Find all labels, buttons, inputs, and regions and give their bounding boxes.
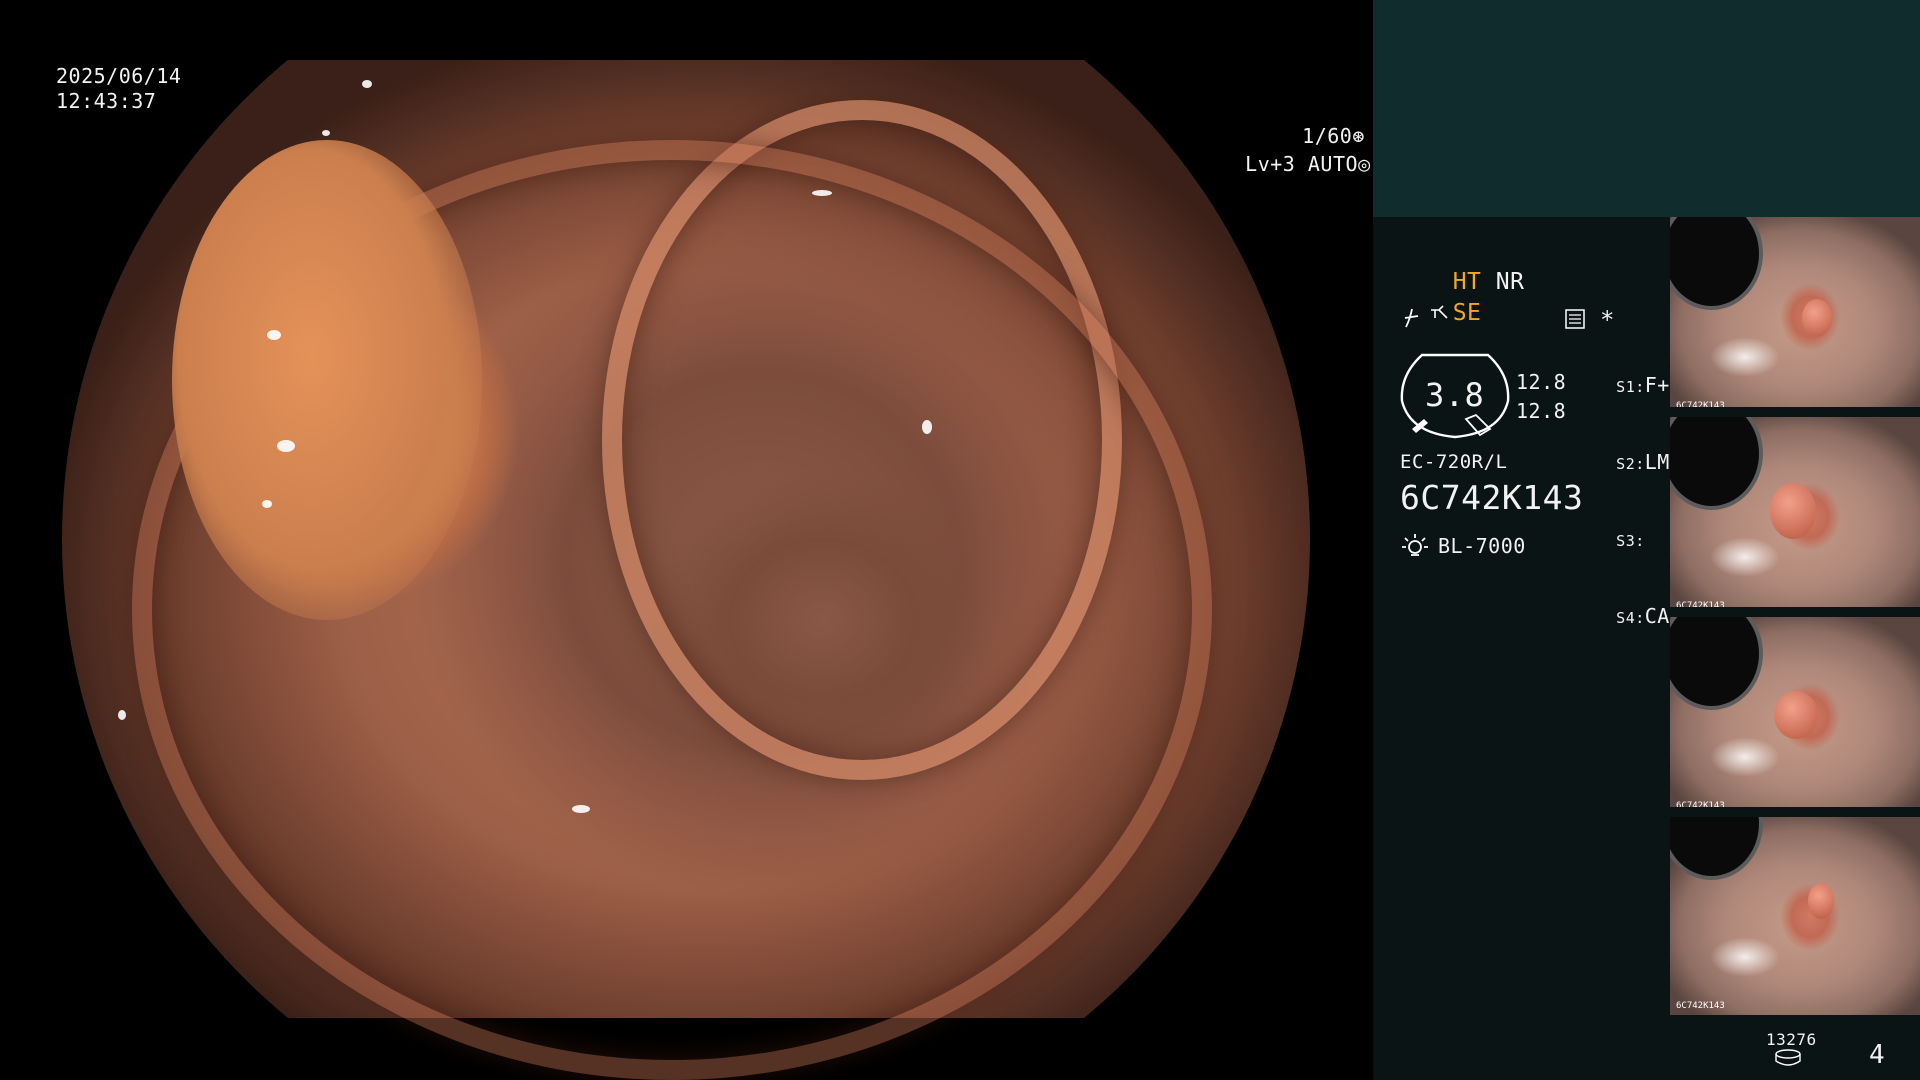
- switch-value: LM: [1644, 450, 1670, 474]
- capture-thumbnail[interactable]: 6C742K143: [1670, 817, 1920, 1015]
- disk-icon: [1775, 1049, 1801, 1066]
- f-curve-icon: [1404, 308, 1419, 328]
- highlight: [322, 130, 330, 136]
- highlight: [118, 710, 126, 720]
- endoscope-view: 2025/06/14 12:43:37 1/60⊛ Lv+3 AUTO◎: [0, 0, 1373, 1080]
- switch-key: S3:: [1616, 532, 1645, 550]
- polyp: [1802, 299, 1832, 337]
- thumbnail-label: 6C742K143: [1676, 1001, 1725, 1011]
- switch-key: S2:: [1616, 455, 1645, 473]
- lumen: [1670, 617, 1763, 710]
- highlight: [922, 420, 932, 434]
- switch-row: S2:LM: [1566, 425, 1682, 502]
- highlight: [1710, 537, 1780, 577]
- lamp-icon: [1402, 534, 1428, 556]
- switch-list: S1:F+T S2:LM S3: S4:CAD: [1566, 348, 1682, 656]
- page-number: 4: [1869, 1040, 1886, 1070]
- light-source: BL-7000: [1438, 534, 1526, 558]
- nr-indicator: NR: [1495, 269, 1525, 295]
- polyp: [1770, 483, 1816, 539]
- scope-model: EC-720R/L: [1400, 451, 1508, 473]
- capture-thumbnail[interactable]: 6C742K143: [1670, 617, 1920, 815]
- asterisk-indicator: *: [1600, 306, 1615, 334]
- lumen: [1670, 417, 1763, 510]
- switch-row: S3:: [1566, 502, 1682, 579]
- exposure-icon: ◎: [1358, 152, 1371, 176]
- highlight: [1710, 737, 1780, 777]
- exam-date: 2025/06/14: [56, 64, 182, 88]
- highlight: [262, 500, 272, 508]
- settings-card-icon: [1565, 309, 1585, 329]
- polyp: [1774, 691, 1818, 739]
- gauge-value: 3.8: [1425, 376, 1485, 414]
- lumen: [1670, 817, 1763, 880]
- highlight: [362, 80, 372, 88]
- switch-row: S4:CAD: [1566, 579, 1682, 656]
- highlight: [267, 330, 281, 340]
- gauge-side-top: 12.8: [1516, 370, 1567, 394]
- thumbnail-column: 6C742K143 6C742K143 6C742K143 6C742K143: [1670, 217, 1920, 1017]
- capture-thumbnail[interactable]: 6C742K143: [1670, 417, 1920, 615]
- image-counter: 13276: [1766, 1030, 1817, 1049]
- gauge-side-bottom: 12.8: [1516, 399, 1567, 423]
- polyp: [1808, 883, 1834, 919]
- exposure-readout: Lv+3 AUTO◎: [1195, 127, 1371, 202]
- se-indicator: SE: [1452, 300, 1482, 326]
- endoscope-image: [62, 60, 1310, 1080]
- switch-key: S4:: [1616, 609, 1645, 627]
- scissors-wave-icon: [1430, 305, 1448, 319]
- capture-thumbnail[interactable]: 6C742K143: [1670, 217, 1920, 415]
- switch-row: S1:F+T: [1566, 348, 1682, 425]
- highlight: [1710, 937, 1780, 977]
- scope-serial: 6C742K143: [1400, 478, 1584, 517]
- exposure-mode: AUTO: [1307, 152, 1359, 176]
- info-panel-header: [1373, 0, 1920, 217]
- level-value: Lv+3: [1245, 152, 1296, 176]
- highlight: [812, 190, 832, 196]
- highlight: [1710, 337, 1780, 377]
- highlight: [572, 805, 590, 813]
- switch-key: S1:: [1616, 378, 1645, 396]
- exam-time: 12:43:37: [56, 89, 157, 113]
- highlight: [277, 440, 295, 452]
- lumen: [1670, 217, 1763, 310]
- polyp-fold: [172, 140, 482, 620]
